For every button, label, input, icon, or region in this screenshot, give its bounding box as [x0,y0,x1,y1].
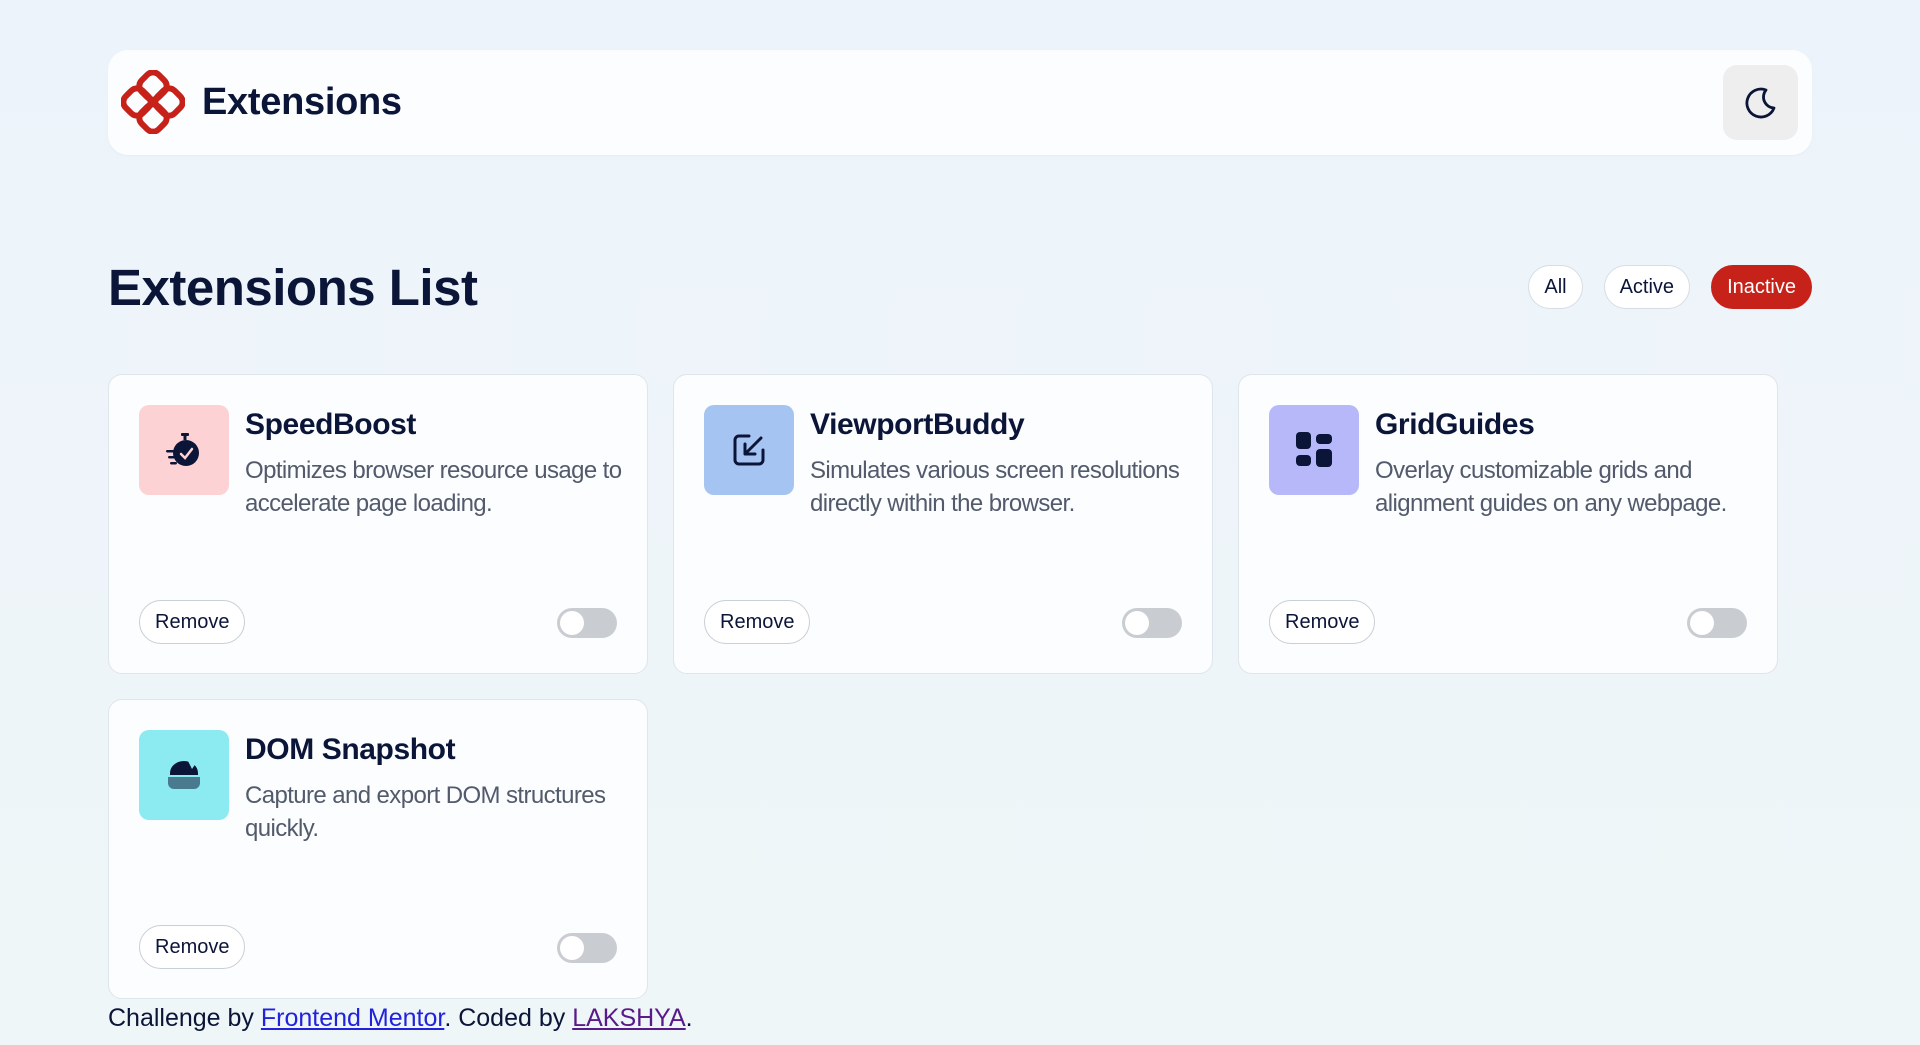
extension-name: GridGuides [1375,408,1535,441]
footer-middle: . Coded by [444,1004,573,1032]
extension-name: ViewportBuddy [810,408,1025,441]
snapshot-icon [139,730,229,820]
enable-toggle[interactable] [1687,608,1747,638]
filter-tabs: All Active Inactive [1528,265,1812,309]
author-link[interactable]: LAKSHYA [572,1004,685,1032]
resize-arrow-icon [704,405,794,495]
extension-description: Overlay customizable grids and alignment… [1375,457,1727,517]
theme-toggle-button[interactable] [1723,65,1798,140]
toggle-knob [560,936,584,960]
extension-name: DOM Snapshot [245,733,456,766]
extension-card: DOM Snapshot Capture and export DOM stru… [108,699,648,999]
toggle-knob [1690,611,1714,635]
footer-prefix: Challenge by [108,1004,261,1032]
extension-card: SpeedBoost Optimizes browser resource us… [108,374,648,674]
frontend-mentor-link[interactable]: Frontend Mentor [261,1004,444,1032]
page-title: Extensions List [108,259,478,316]
moon-icon [1745,87,1775,118]
enable-toggle[interactable] [1122,608,1182,638]
remove-button[interactable]: Remove [1269,600,1376,644]
brand-title: Extensions [202,81,402,123]
filter-inactive-button[interactable]: Inactive [1711,265,1812,309]
filter-all-button[interactable]: All [1528,265,1583,309]
extensions-logo-icon [121,70,185,134]
top-bar: Extensions [108,50,1812,155]
remove-button[interactable]: Remove [704,600,811,644]
extension-description: Capture and export DOM structures quickl… [245,782,606,842]
extension-name: SpeedBoost [245,408,417,441]
filter-active-button[interactable]: Active [1603,265,1691,309]
attribution-footer: Challenge by Frontend Mentor. Coded by L… [108,1002,693,1034]
enable-toggle[interactable] [557,608,617,638]
remove-button[interactable]: Remove [139,925,246,969]
extension-description: Optimizes browser resource usage to acce… [245,457,622,517]
toggle-knob [560,611,584,635]
grid-icon [1269,405,1359,495]
toggle-knob [1125,611,1149,635]
stopwatch-icon [139,405,229,495]
remove-button[interactable]: Remove [139,600,246,644]
extension-card: ViewportBuddy Simulates various screen r… [673,374,1213,674]
extension-card: GridGuides Overlay customizable grids an… [1238,374,1778,674]
footer-suffix: . [685,1004,693,1032]
extension-description: Simulates various screen resolutions dir… [810,457,1180,517]
enable-toggle[interactable] [557,933,617,963]
